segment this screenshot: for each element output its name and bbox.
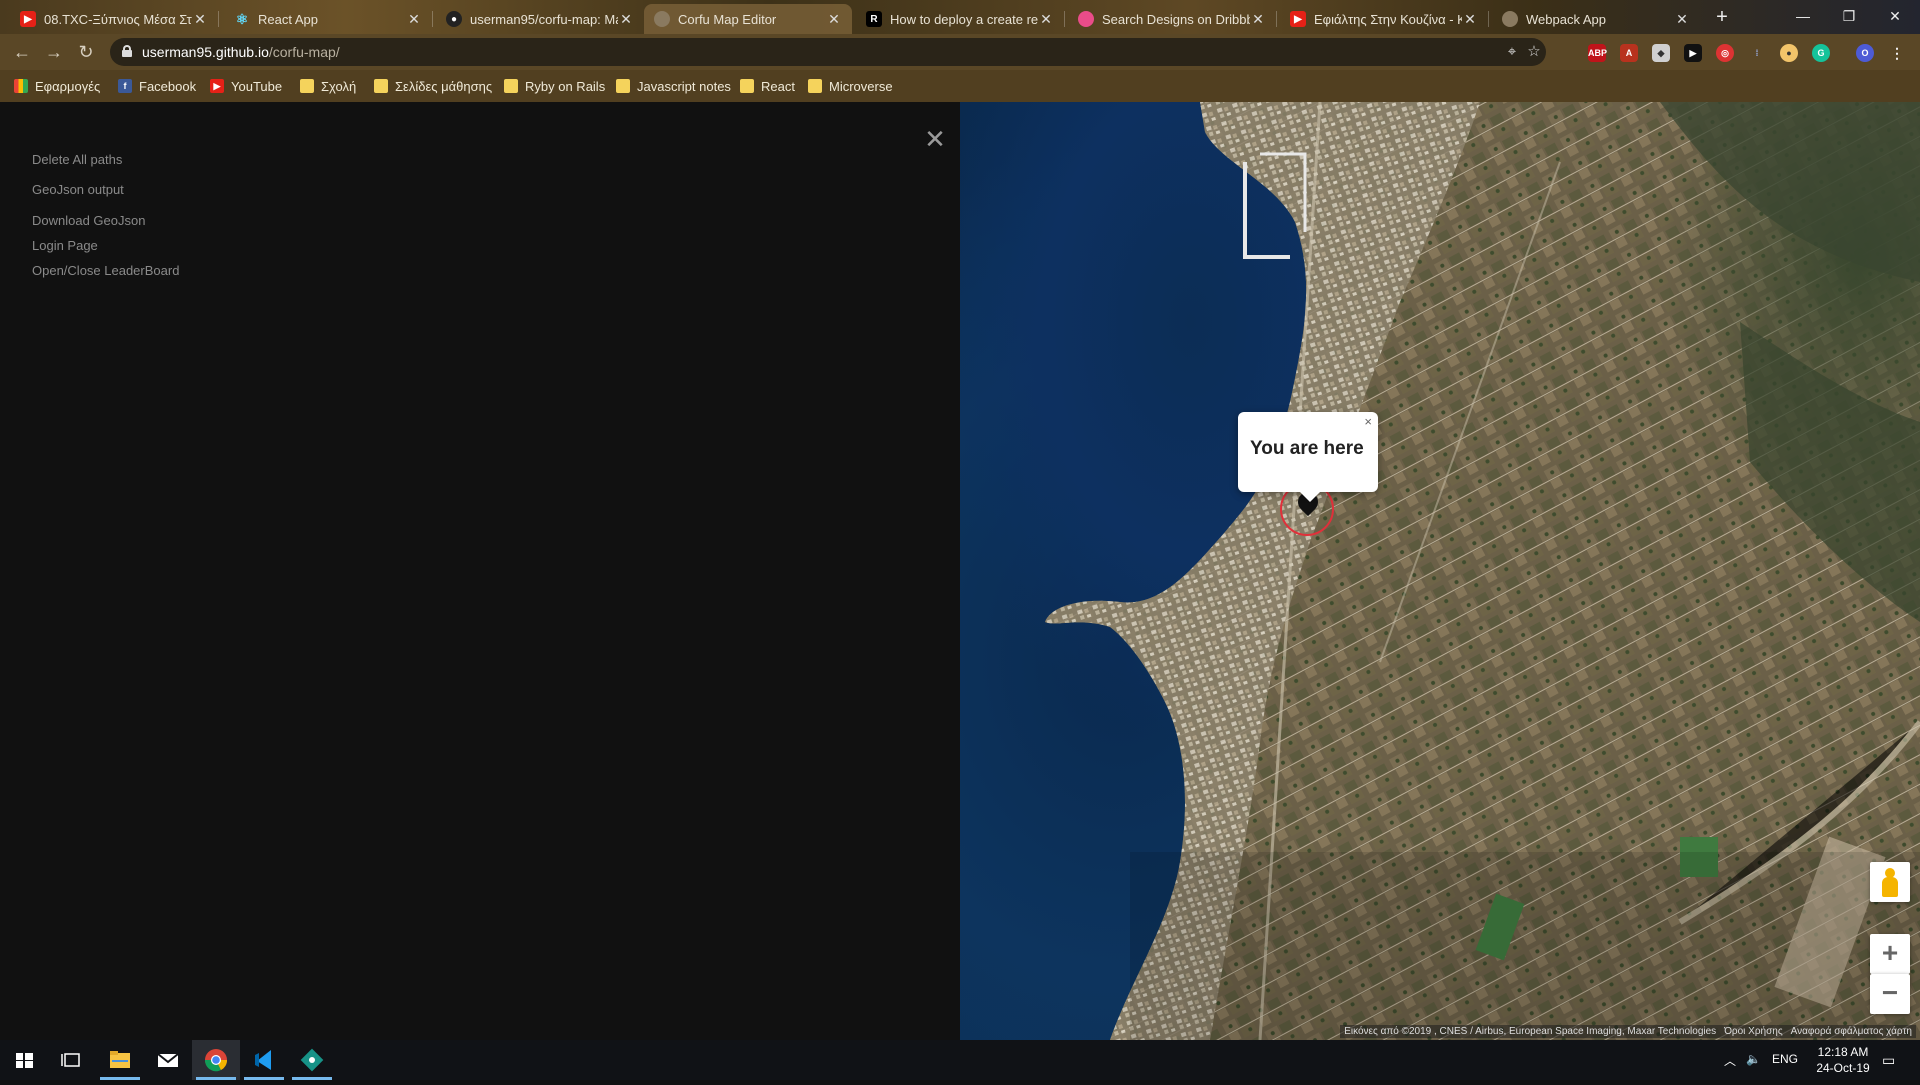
download-geojson-link[interactable]: Download GeoJson — [32, 213, 145, 228]
folder-icon — [504, 79, 518, 93]
dropper-extension-icon[interactable]: ⁞ — [1748, 44, 1766, 62]
bookmark-folder-microverse[interactable]: Microverse — [808, 77, 893, 95]
folder-icon — [374, 79, 388, 93]
clock[interactable]: 12:18 AM 24-Oct-19 — [1800, 1044, 1886, 1076]
bookmark-youtube[interactable]: ▶ YouTube — [210, 77, 282, 95]
tab-github[interactable]: ● userman95/corfu-map: Map ✕ — [436, 4, 644, 34]
apps-grid-icon — [14, 79, 28, 93]
youtube-icon: ▶ — [1290, 11, 1306, 27]
task-view-icon[interactable] — [48, 1040, 96, 1080]
tab-webpack-app[interactable]: Webpack App ✕ — [1492, 4, 1700, 34]
tab-deploy-article[interactable]: R How to deploy a create rea ✕ — [856, 4, 1064, 34]
lock-icon — [122, 45, 132, 57]
close-tab-icon[interactable]: ✕ — [1038, 11, 1054, 28]
bookmarks-bar: Εφαρμογές f Facebook ▶ YouTube Σχολή Σελ… — [0, 70, 1920, 102]
location-icon[interactable]: ⌖ — [1502, 42, 1522, 62]
close-tab-icon[interactable]: ✕ — [618, 11, 634, 28]
zoom-out-button[interactable]: − — [1870, 974, 1910, 1014]
restore-button[interactable]: ❐ — [1826, 4, 1872, 28]
close-tab-icon[interactable]: ✕ — [192, 11, 208, 28]
gitkraken-icon[interactable] — [288, 1040, 336, 1080]
map-attribution: Εικόνες από ©2019 , CNES / Airbus, Europ… — [1340, 1025, 1916, 1038]
folder-icon — [616, 79, 630, 93]
folder-icon — [808, 79, 822, 93]
bookmark-star-icon[interactable]: ☆ — [1524, 42, 1544, 62]
language-indicator[interactable]: ENG — [1772, 1052, 1798, 1066]
report-error-link[interactable]: Αναφορά σφάλματος χάρτη — [1791, 1026, 1912, 1037]
github-icon: ● — [446, 11, 462, 27]
forward-arrow-icon[interactable]: → — [42, 40, 66, 64]
bookmark-folder-js-notes[interactable]: Javascript notes — [616, 77, 731, 95]
react-icon: ⚛ — [235, 10, 249, 27]
youtube-icon: ▶ — [210, 79, 224, 93]
tab-youtube-2[interactable]: ▶ Εφιάλτης Στην Κουζίνα - Κ ✕ — [1280, 4, 1488, 34]
bookmark-apps[interactable]: Εφαρμογές — [14, 77, 100, 95]
tab-corfu-map-editor[interactable]: Corfu Map Editor ✕ — [644, 4, 852, 34]
bookmark-folder-react[interactable]: React — [740, 77, 795, 95]
address-bar[interactable]: userman95.github.io/corfu-map/ ⌖ ☆ — [110, 38, 1546, 66]
close-menu-button[interactable]: ✕ — [922, 126, 948, 152]
pdf-extension-icon[interactable]: A — [1620, 44, 1638, 62]
url-text: userman95.github.io/corfu-map/ — [142, 44, 340, 60]
bookmark-folder-learning[interactable]: Σελίδες μάθησης — [374, 77, 492, 95]
notifications-icon[interactable]: ▭ — [1882, 1052, 1895, 1069]
grammarly-icon[interactable]: G — [1812, 44, 1830, 62]
windows-taskbar: ︿ 🔈 ENG 12:18 AM 24-Oct-19 ▭ — [0, 1040, 1920, 1080]
bookmark-facebook[interactable]: f Facebook — [118, 77, 196, 95]
popup-text: You are here — [1250, 438, 1364, 459]
close-tab-icon[interactable]: ✕ — [1250, 11, 1266, 28]
file-explorer-icon[interactable] — [96, 1040, 144, 1080]
side-menu: ✕ Delete All paths GeoJson output Downlo… — [0, 102, 960, 1040]
dribbble-icon — [1078, 11, 1094, 27]
reload-icon[interactable]: ↻ — [74, 40, 98, 64]
cookie-extension-icon[interactable]: ● — [1780, 44, 1798, 62]
dev-r-icon: R — [866, 11, 882, 27]
back-arrow-icon[interactable]: ← — [10, 40, 34, 64]
close-tab-icon[interactable]: ✕ — [1462, 11, 1478, 28]
terms-link[interactable]: Όροι Χρήσης — [1724, 1026, 1782, 1037]
map-land-imagery — [1045, 102, 1920, 1040]
location-popup: × You are here — [1238, 412, 1378, 502]
youtube-icon: ▶ — [20, 11, 36, 27]
street-view-pegman-icon[interactable] — [1870, 862, 1910, 902]
login-page-link[interactable]: Login Page — [32, 238, 98, 253]
leaderboard-toggle-link[interactable]: Open/Close LeaderBoard — [32, 263, 179, 278]
tab-youtube-1[interactable]: ▶ 08.ΤΧC-Ξύπνιος Μέσα Στα ✕ — [10, 4, 218, 34]
tab-dribbble[interactable]: Search Designs on Dribbble ✕ — [1068, 4, 1276, 34]
adblock-extension-icon[interactable]: ABP — [1588, 44, 1607, 62]
minimize-button[interactable]: — — [1780, 4, 1826, 28]
geojson-output-link[interactable]: GeoJson output — [32, 182, 124, 197]
tab-strip: ▶ 08.ΤΧC-Ξύπνιος Μέσα Στα ✕ ⚛ React App … — [0, 0, 1920, 34]
globe-icon — [654, 11, 670, 27]
redux-extension-icon[interactable]: ◎ — [1716, 44, 1734, 62]
close-tab-icon[interactable]: ✕ — [826, 11, 842, 28]
vscode-icon[interactable] — [240, 1040, 288, 1080]
tab-react-app[interactable]: ⚛ React App ✕ — [224, 4, 432, 34]
menu-dots-icon[interactable]: ⋮ — [1888, 44, 1906, 62]
bookmark-folder-rails[interactable]: Ryby on Rails — [504, 77, 605, 95]
volume-icon[interactable]: 🔈 — [1746, 1052, 1761, 1066]
windows-start-icon[interactable] — [0, 1040, 48, 1080]
close-tab-icon[interactable]: ✕ — [406, 11, 422, 28]
facebook-icon: f — [118, 79, 132, 93]
window-close-button[interactable]: ✕ — [1872, 4, 1918, 28]
mail-icon[interactable] — [144, 1040, 192, 1080]
zoom-in-button[interactable]: + — [1870, 934, 1910, 974]
tray-chevron-icon[interactable]: ︿ — [1724, 1052, 1736, 1069]
close-tab-icon[interactable]: ✕ — [1674, 11, 1690, 28]
new-tab-button[interactable]: + — [1710, 6, 1734, 30]
folder-icon — [740, 79, 754, 93]
cube-extension-icon[interactable]: ◆ — [1652, 44, 1670, 62]
video-extension-icon[interactable]: ▶ — [1684, 44, 1702, 62]
chrome-icon[interactable] — [192, 1040, 240, 1080]
profile-avatar[interactable]: O — [1856, 44, 1874, 62]
delete-all-paths-link[interactable]: Delete All paths — [32, 152, 122, 167]
globe-icon — [1502, 11, 1518, 27]
folder-icon — [300, 79, 314, 93]
satellite-map[interactable]: × You are here + − Εικόνες από ©2019 , C… — [960, 102, 1920, 1040]
close-popup-icon[interactable]: × — [1364, 414, 1372, 429]
bookmark-folder-sxoli[interactable]: Σχολή — [300, 77, 356, 95]
